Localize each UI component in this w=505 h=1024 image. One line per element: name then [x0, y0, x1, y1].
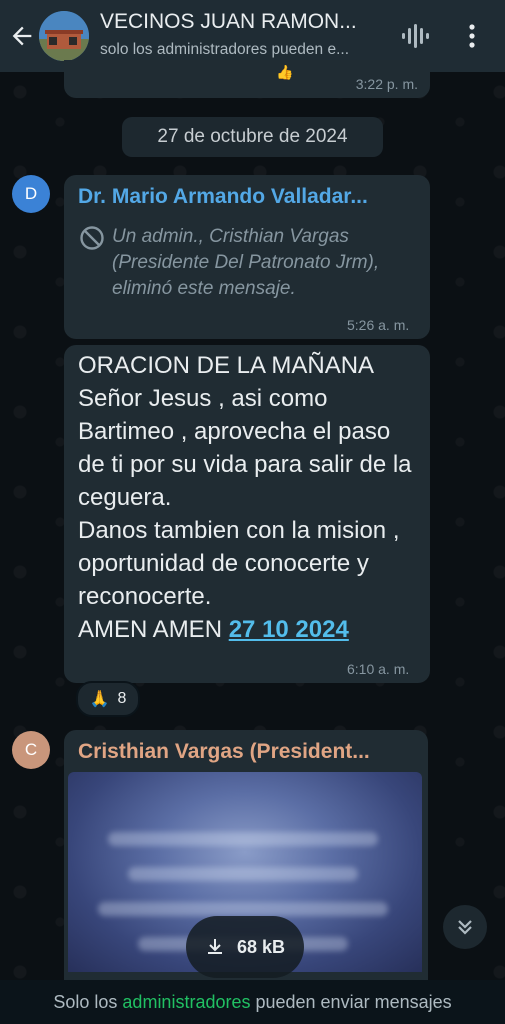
- date-link[interactable]: 27 10 2024: [229, 616, 349, 643]
- deleted-message-text: Un admin., Cristhian Vargas (Presidente …: [112, 226, 380, 299]
- message-time: 3:22 p. m.: [355, 76, 418, 92]
- administrators-link[interactable]: administradores: [122, 992, 250, 1013]
- praying-hands-emoji: 🙏: [89, 691, 110, 708]
- download-button[interactable]: 68 kB: [186, 916, 304, 978]
- double-chevron-down-icon: [458, 920, 472, 935]
- date-separator: 27 de octubre de 2024: [122, 117, 383, 157]
- chat-title[interactable]: VECINOS JUAN RAMON...: [100, 10, 385, 34]
- message-time: 5:26 a. m.: [347, 317, 410, 333]
- blurred-text: [98, 902, 388, 916]
- download-icon: [207, 939, 222, 954]
- message-body: ORACION DE LA MAÑANA Señor Jesus , asi c…: [78, 352, 412, 643]
- voice-chat-icon[interactable]: [400, 22, 430, 50]
- blurred-text: [108, 832, 378, 846]
- blurred-text: [128, 867, 358, 881]
- prayer-message-text: ORACION DE LA MAÑANA Señor Jesus , asi c…: [78, 349, 418, 646]
- group-avatar[interactable]: [39, 11, 89, 61]
- back-arrow-icon[interactable]: [8, 22, 36, 50]
- reaction-pill[interactable]: 🙏 8: [76, 681, 140, 717]
- sender-name[interactable]: Cristhian Vargas (President...: [78, 740, 408, 764]
- previous-message-bubble[interactable]: 👍 3:22 p. m.: [64, 60, 430, 98]
- message-time: 6:10 a. m.: [347, 661, 410, 677]
- more-options-icon[interactable]: [462, 22, 482, 50]
- footer-suffix: pueden enviar mensajes: [250, 991, 452, 1012]
- footer-prefix: Solo los: [53, 991, 123, 1012]
- reaction-count: 8: [117, 690, 127, 707]
- sender-avatar[interactable]: D: [12, 175, 50, 213]
- admin-only-notice: Solo los administradores pueden enviar m…: [0, 980, 505, 1024]
- sender-avatar[interactable]: C: [12, 731, 50, 769]
- download-size: 68 kB: [236, 936, 286, 957]
- sender-name[interactable]: Dr. Mario Armando Valladar...: [78, 185, 408, 209]
- thumbs-up-emoji: 👍: [276, 64, 294, 80]
- chat-subtitle[interactable]: solo los administradores pueden e...: [100, 41, 385, 59]
- deleted-icon: [80, 226, 104, 250]
- scroll-to-bottom-button[interactable]: [443, 905, 487, 949]
